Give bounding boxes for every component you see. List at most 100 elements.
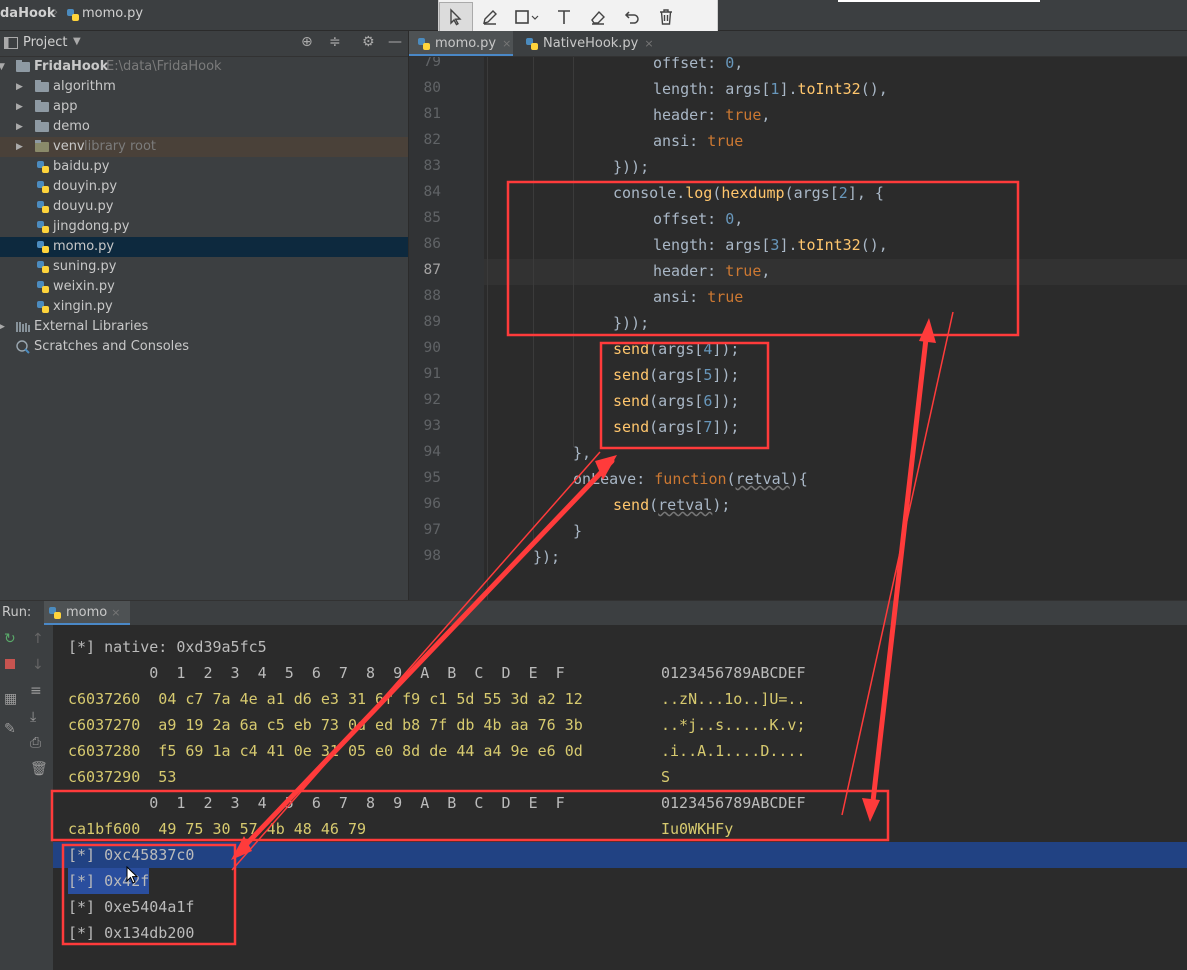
tree-item-app[interactable]: ▶ app bbox=[0, 97, 408, 117]
print-icon[interactable]: ⎙ bbox=[30, 735, 41, 751]
locate-icon[interactable]: ⊕ bbox=[301, 34, 313, 50]
line-number: 95 bbox=[423, 470, 441, 486]
hexdump-row: c6037260 04 c7 7a 4e a1 d6 e3 31 6f f9 c… bbox=[53, 686, 1187, 712]
minimize-icon[interactable]: — bbox=[388, 34, 402, 50]
text-tool-icon[interactable] bbox=[547, 2, 581, 32]
soft-wrap-icon[interactable]: ≡ bbox=[30, 683, 42, 699]
close-icon[interactable]: × bbox=[111, 606, 120, 619]
hex-bytes: c6037260 04 c7 7a 4e a1 d6 e3 31 6f f9 c… bbox=[68, 690, 583, 708]
undo-icon[interactable] bbox=[615, 2, 649, 32]
annotation-toolbar bbox=[438, 0, 718, 35]
project-panel-title[interactable]: Project bbox=[23, 35, 67, 50]
line-number: 91 bbox=[423, 366, 441, 382]
code-line: send(args[5]); bbox=[613, 366, 740, 384]
python-file-icon bbox=[67, 9, 79, 21]
line-number: 85 bbox=[423, 210, 441, 226]
tree-item-label: app bbox=[53, 99, 78, 114]
tree-item-file[interactable]: douyin.py bbox=[0, 177, 408, 197]
tree-item-label: demo bbox=[53, 119, 90, 134]
tree-item-label: baidu.py bbox=[53, 159, 110, 174]
layout-icon[interactable]: ▦ bbox=[4, 691, 17, 707]
tree-item-file[interactable]: baidu.py bbox=[0, 157, 408, 177]
chevron-right-icon[interactable]: ▶ bbox=[0, 317, 5, 337]
hexdump-row: c6037280 f5 69 1a c4 41 0e 31 05 e0 8d d… bbox=[53, 738, 1187, 764]
arrow-up-icon[interactable]: ↑ bbox=[32, 631, 44, 647]
hexdump-row: ca1bf600 49 75 30 57 4b 48 46 79 Iu0WKHFy bbox=[53, 816, 1187, 842]
collapse-all-icon[interactable]: ≑ bbox=[329, 34, 341, 50]
run-console[interactable]: [*] native: 0xd39a5fc5 0 1 2 3 4 5 6 7 8… bbox=[53, 625, 1187, 970]
tree-item-algorithm[interactable]: ▶ algorithm bbox=[0, 77, 408, 97]
tree-item-file[interactable]: xingin.py bbox=[0, 297, 408, 317]
arrow-down-icon[interactable]: ↓ bbox=[32, 657, 44, 673]
code-line: send(retval); bbox=[613, 496, 731, 514]
tree-item-file-selected[interactable]: momo.py bbox=[0, 237, 408, 257]
code-line: console.log(hexdump(args[2], { bbox=[613, 184, 884, 202]
run-toolbar: ↻ ↑ ↓ ≡ ▦ ⤓ ✎ ⎙ 🗑 bbox=[0, 625, 53, 970]
python-run-icon bbox=[49, 607, 61, 619]
tab-label: NativeHook.py bbox=[543, 36, 639, 51]
code-line: send(args[6]); bbox=[613, 392, 740, 410]
hexdump-row: c6037290 53 S bbox=[53, 764, 1187, 790]
tree-item-file[interactable]: weixin.py bbox=[0, 277, 408, 297]
code-line: send(args[7]); bbox=[613, 418, 740, 436]
line-number: 82 bbox=[423, 132, 441, 148]
tree-item-label: xingin.py bbox=[53, 299, 113, 314]
chevron-down-icon[interactable]: ▼ bbox=[73, 36, 81, 47]
chevron-right-icon[interactable]: ▶ bbox=[16, 77, 23, 97]
scroll-to-end-icon[interactable]: ⤓ bbox=[30, 709, 36, 725]
ascii-columns: 0123456789ABCDEF bbox=[661, 794, 806, 812]
rectangle-tool-icon[interactable] bbox=[507, 2, 547, 32]
console-line: [*] 0x42f bbox=[53, 868, 1187, 894]
close-icon[interactable]: × bbox=[644, 37, 653, 50]
tab-nativehook-py[interactable]: NativeHook.py × bbox=[517, 31, 673, 56]
line-number: 83 bbox=[423, 158, 441, 174]
stop-icon[interactable] bbox=[5, 659, 15, 669]
code-editor[interactable]: 79 80 81 82 83 84 85 86 87 88 89 90 91 9… bbox=[409, 57, 1187, 600]
select-tool-icon[interactable] bbox=[439, 2, 473, 32]
tree-item-fridahook[interactable]: ▼ FridaHook E:\data\FridaHook bbox=[0, 57, 408, 77]
pen-tool-icon[interactable] bbox=[473, 2, 507, 32]
tree-item-file[interactable]: douyu.py bbox=[0, 197, 408, 217]
line-number: 90 bbox=[423, 340, 441, 356]
code-line: header: true, bbox=[653, 262, 771, 280]
tree-item-venv[interactable]: ▶ venv library root bbox=[0, 137, 408, 157]
tree-item-scratches[interactable]: Scratches and Consoles bbox=[0, 337, 408, 357]
chevron-right-icon[interactable]: ▶ bbox=[16, 117, 23, 137]
eraser-tool-icon[interactable] bbox=[581, 2, 615, 32]
breadcrumb-file[interactable]: momo.py bbox=[82, 6, 143, 21]
tree-item-demo[interactable]: ▶ demo bbox=[0, 117, 408, 137]
tab-momo-py[interactable]: momo.py × bbox=[409, 31, 513, 56]
delete-icon[interactable] bbox=[649, 2, 683, 32]
chevron-down-icon[interactable]: ▼ bbox=[0, 57, 5, 77]
console-line: [*] 0xe5404a1f bbox=[53, 894, 1187, 920]
trash-icon[interactable]: 🗑 bbox=[30, 761, 48, 777]
hexdump-row: c6037270 a9 19 2a 6a c5 eb 73 0d ed b8 7… bbox=[53, 712, 1187, 738]
pin-icon[interactable]: ✎ bbox=[4, 721, 16, 737]
code-line: length: args[1].toInt32(), bbox=[653, 80, 888, 98]
run-panel-header: Run: momo × bbox=[0, 600, 1187, 626]
line-number: 80 bbox=[423, 80, 441, 96]
console-text: [*] 0xc45837c0 bbox=[68, 846, 195, 864]
console-line: [*] native: 0xd39a5fc5 bbox=[53, 634, 1187, 660]
indent-guide bbox=[487, 57, 488, 600]
line-number-current: 87 bbox=[423, 262, 441, 278]
chevron-right-icon[interactable]: ▶ bbox=[16, 97, 23, 117]
folder-icon bbox=[35, 80, 49, 92]
line-number: 84 bbox=[423, 184, 441, 200]
close-icon[interactable]: × bbox=[502, 37, 511, 50]
rerun-icon[interactable]: ↻ bbox=[4, 631, 16, 647]
gear-icon[interactable]: ⚙ bbox=[362, 34, 375, 50]
tree-item-external-libraries[interactable]: ▶ External Libraries bbox=[0, 317, 408, 337]
tree-item-file[interactable]: suning.py bbox=[0, 257, 408, 277]
run-tab-momo[interactable]: momo × bbox=[44, 601, 131, 625]
tree-item-label: suning.py bbox=[53, 259, 117, 274]
tree-item-path: E:\data\FridaHook bbox=[106, 59, 222, 74]
run-tab-label: momo bbox=[66, 605, 108, 620]
line-number: 97 bbox=[423, 522, 441, 538]
console-text: [*] 0x134db200 bbox=[68, 924, 195, 942]
console-text: [*] 0xe5404a1f bbox=[68, 898, 195, 916]
chevron-right-icon[interactable]: ▶ bbox=[16, 137, 23, 157]
breadcrumb-project[interactable]: daHook bbox=[0, 6, 55, 21]
tree-item-file[interactable]: jingdong.py bbox=[0, 217, 408, 237]
tree-item-label: weixin.py bbox=[53, 279, 115, 294]
